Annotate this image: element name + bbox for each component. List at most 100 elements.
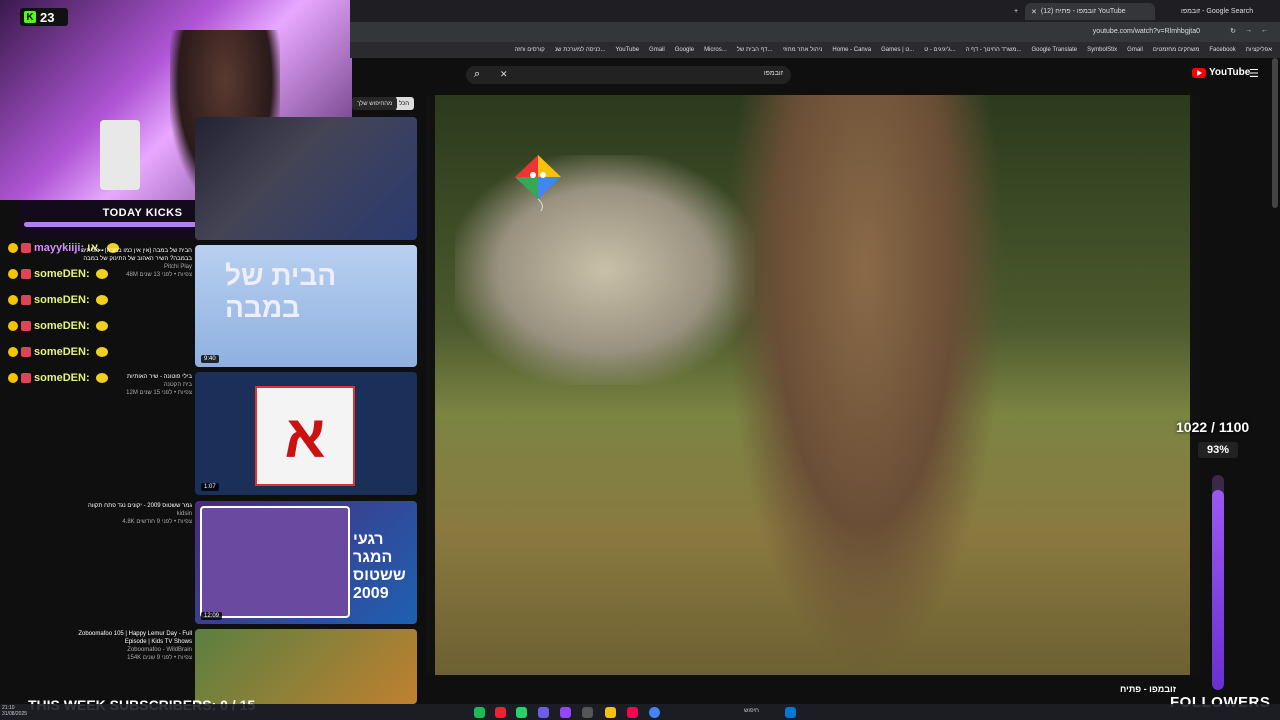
app-icon[interactable] (582, 707, 593, 718)
goal-count: 1022 / 1100 (1176, 419, 1250, 435)
tiktok-icon[interactable] (627, 707, 638, 718)
windows-start-icon[interactable] (785, 707, 796, 718)
sub-badge-icon (8, 269, 18, 279)
related-meta: 154K צפיות • לפני 9 שנים (127, 655, 192, 661)
chat-username: someDEN: (34, 320, 90, 332)
sub-badge-icon (8, 373, 18, 383)
forward-icon[interactable]: → (1245, 27, 1252, 34)
search-icon[interactable]: ⌕ (474, 68, 480, 81)
bookmark-item[interactable]: Micros... (704, 47, 727, 53)
chat-message: someDEN: (8, 320, 108, 332)
tab-youtube[interactable]: ✕ זובמפו - פתיח (12) YouTube (1025, 3, 1155, 20)
clear-icon[interactable]: ✕ (500, 69, 508, 80)
related-thumb-3[interactable]: רגעי המגר ששטוס 2009 12:09 (195, 501, 417, 624)
bookmark-item[interactable]: SymbolStix (1087, 47, 1117, 53)
search-box[interactable]: זובמפו ✕ (466, 66, 791, 84)
badge-icon (21, 321, 31, 331)
bookmark-item[interactable]: ג'יגיגים - ט... (924, 47, 955, 53)
chat-username: someDEN: (34, 294, 90, 306)
duration-badge: 12:09 (201, 612, 223, 620)
sub-badge-icon (8, 243, 18, 253)
related-video-info[interactable]: הבית של במבה (אין אין כמו במבה) - מכיתים… (60, 247, 192, 279)
bookmark-item[interactable]: משרד החינוך - דף ה... (966, 47, 1022, 53)
kangaroo-shape (725, 95, 1005, 675)
video-frame (435, 95, 1190, 675)
twitch-icon[interactable] (560, 707, 571, 718)
bookmark-item[interactable]: Games | ט... (881, 47, 914, 53)
bookmark-item[interactable]: YouTube (615, 47, 639, 53)
emote-icon (95, 295, 108, 305)
related-thumb-4[interactable] (195, 629, 417, 704)
close-icon[interactable]: ✕ (1031, 8, 1037, 16)
related-video-info[interactable]: גמר ששטוס 2009 - יקונים נגד פתח תקווה kid… (60, 502, 192, 526)
bookmark-item[interactable]: קורסים וחזה (514, 47, 544, 53)
related-title: בילי פוטונה - שיר האותיות (126, 374, 192, 380)
chrome-icon[interactable] (649, 707, 660, 718)
kick-count: 23 (40, 9, 55, 25)
goal-percent: 93% (1198, 442, 1238, 458)
goal-bar-fill (1212, 490, 1224, 690)
related-channel: kidsin (176, 511, 192, 517)
related-title: הבית של במבה (אין אין כמו במבה) - מכיתים… (80, 248, 192, 262)
clock-date: 31/08/2025 (2, 711, 28, 717)
bookmark-item[interactable]: Facebook (1209, 47, 1235, 53)
bookmark-item[interactable]: Gmail (1127, 47, 1143, 53)
scrollbar[interactable] (1272, 58, 1278, 208)
related-video-info[interactable]: בילי פוטונה - שיר האותיות בית הקטנה 12M צפ… (60, 373, 192, 397)
related-thumb-2[interactable]: א 1:07 (195, 372, 417, 495)
new-tab-button[interactable]: + (1008, 3, 1022, 20)
thumb-letter: א (255, 386, 355, 486)
badge-icon (21, 295, 31, 305)
bookmark-item[interactable]: משחקים מחזמטים (1153, 47, 1200, 53)
related-channel: Zoboomafoo - WildBrain (127, 647, 192, 653)
sub-badge-icon (8, 321, 18, 331)
tab-google[interactable]: זובמפו - Google Search (1175, 3, 1280, 20)
bookmarks-bar: אפליקציות Facebook משחקים מחזמטים Gmail Symb… (350, 42, 1280, 58)
bookmark-item[interactable]: כניסה למערכת שנ... (555, 47, 606, 53)
chat-panel (0, 238, 195, 698)
sub-badge-icon (8, 295, 18, 305)
taskbar-search[interactable]: חיפוש (744, 708, 759, 714)
app-icon[interactable] (495, 707, 506, 718)
menu-icon[interactable]: ☰ (1249, 67, 1259, 80)
whatsapp-icon[interactable] (516, 707, 527, 718)
bookmark-item[interactable]: אפליקציות (1246, 47, 1272, 53)
kick-logo-icon: K (24, 11, 36, 23)
related-thumb-0-top[interactable] (195, 117, 417, 240)
bookmark-item[interactable]: Google (675, 47, 694, 53)
related-thumb-1[interactable]: הבית של במבה 9:40 (195, 245, 417, 367)
chat-message: someDEN: (8, 294, 108, 306)
related-meta: 12M צפיות • לפני 15 שנים (126, 390, 192, 396)
thumb-text: הבית של במבה (225, 260, 337, 323)
back-icon[interactable]: ← (1261, 27, 1268, 34)
chat-username: someDEN: (34, 346, 90, 358)
tab-bar: ✕ זובמפו - פתיח (12) YouTube זובמפו - Go… (350, 0, 1280, 22)
related-video-info[interactable]: Zoboomafoo 105 | Happy Lemur Day - Full … (60, 630, 192, 662)
related-channel: Pitchi Play (163, 264, 192, 270)
bookmark-item[interactable]: ניהול אתר מחוזי (783, 47, 823, 53)
search-input[interactable]: זובמפו (764, 70, 783, 77)
duration-badge: 9:40 (201, 355, 219, 363)
spotify-icon[interactable] (474, 707, 485, 718)
related-channel: בית הקטנה (163, 382, 192, 388)
badge-icon (21, 243, 31, 253)
folder-icon[interactable] (605, 707, 616, 718)
related-title: Zoboomafoo 105 | Happy Lemur Day - Full … (78, 631, 192, 645)
reload-icon[interactable]: ↻ (1230, 27, 1236, 35)
bookmark-item[interactable]: Gmail (649, 47, 665, 53)
duration-badge: 1:07 (201, 483, 219, 491)
kite-logo-icon (515, 155, 561, 211)
discord-icon[interactable] (538, 707, 549, 718)
video-title: זובמפו - פתיח (1120, 684, 1177, 694)
address-bar[interactable]: youtube.com/watch?v=Rlmhbgjta0 ← → ↻ (350, 22, 1280, 42)
chat-message: someDEN: (8, 346, 108, 358)
bookmark-item[interactable]: Home - Canva (832, 47, 871, 53)
emote-icon (95, 321, 108, 331)
chip-from-search[interactable]: מהחיפוש שלך (352, 97, 398, 110)
url-text: youtube.com/watch?v=Rlmhbgjta0 (1092, 28, 1200, 35)
youtube-logo[interactable]: YouTube (1192, 67, 1250, 78)
bookmark-item[interactable]: דף הבית של... (737, 47, 773, 53)
video-player[interactable] (425, 95, 1200, 675)
bookmark-item[interactable]: Google Translate (1031, 47, 1077, 53)
emote-icon (95, 347, 108, 357)
